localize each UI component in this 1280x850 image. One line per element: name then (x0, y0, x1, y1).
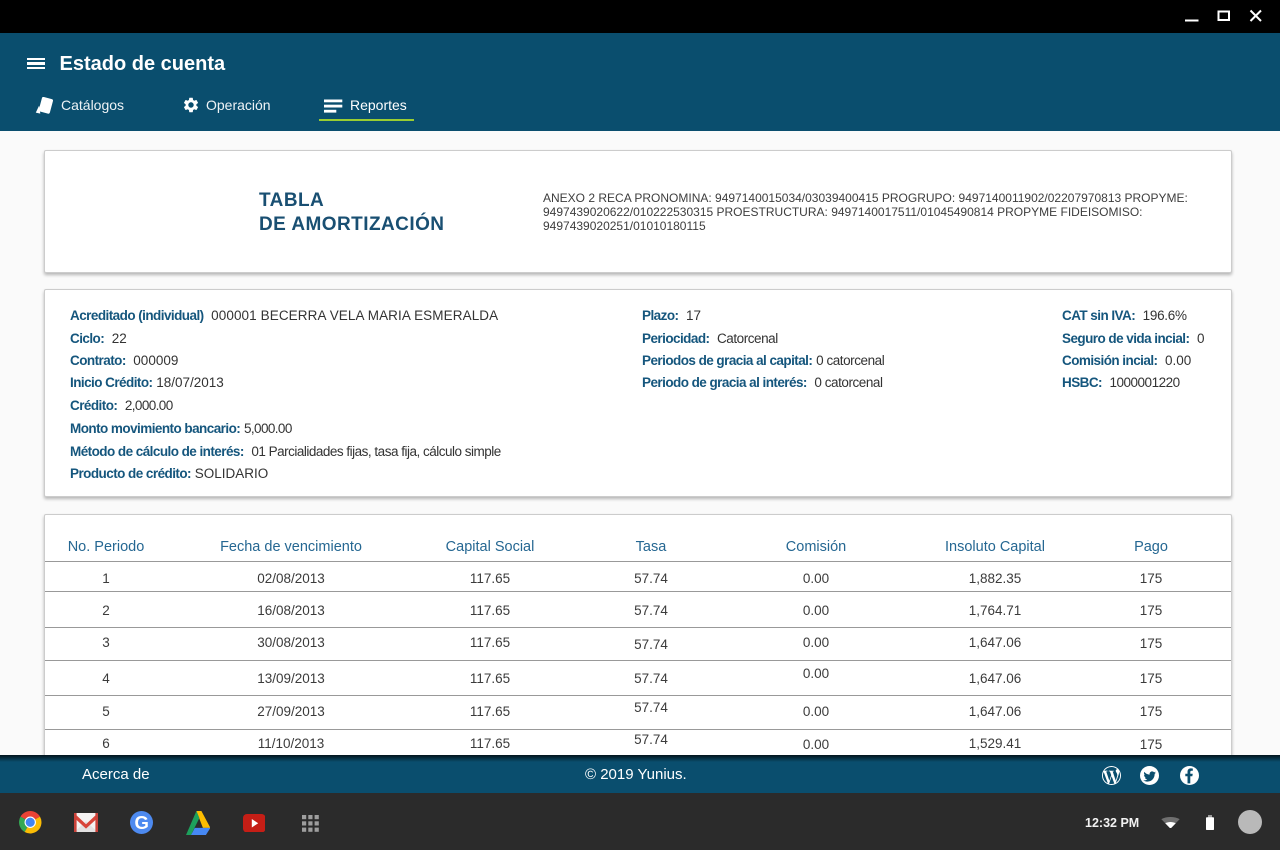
svg-text:G: G (135, 813, 149, 834)
